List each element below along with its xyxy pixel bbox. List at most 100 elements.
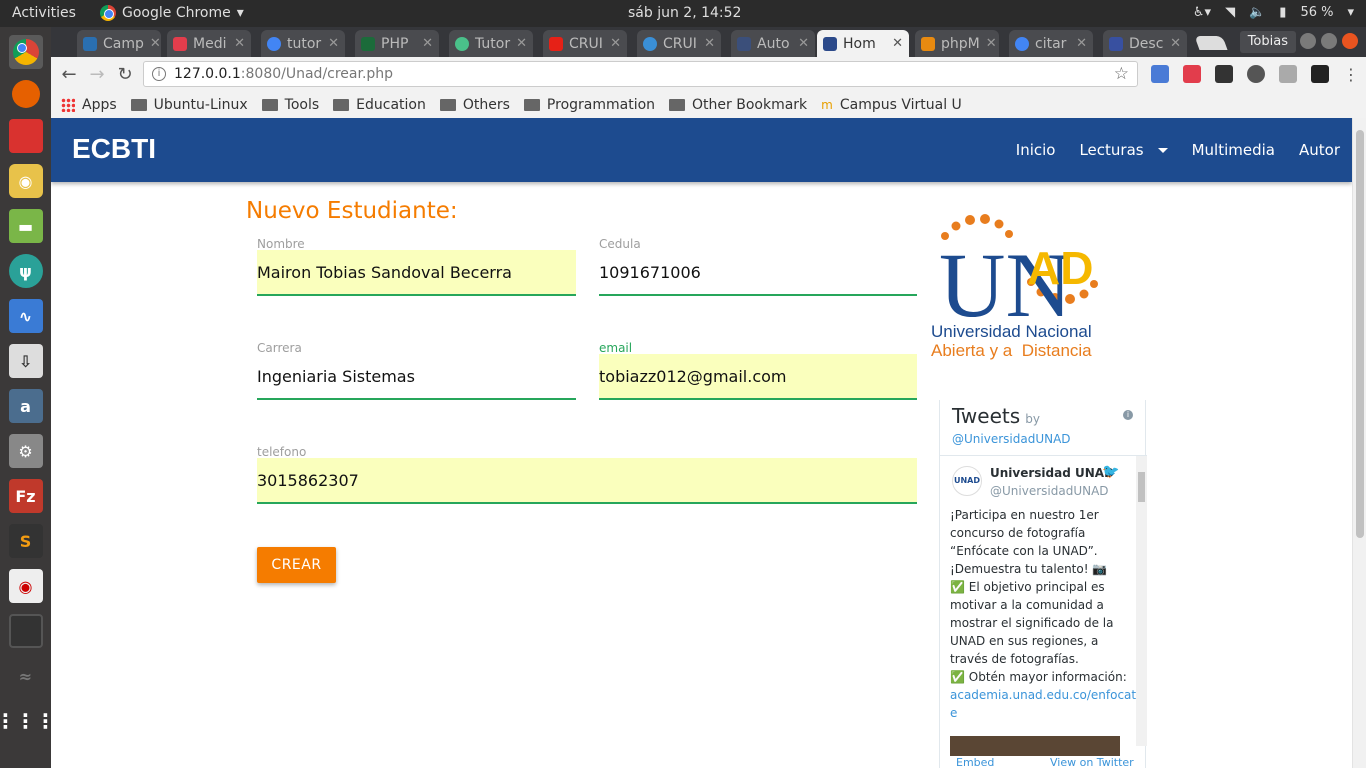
- scrollbar-thumb[interactable]: [1356, 130, 1364, 538]
- extension-icon[interactable]: [1279, 65, 1297, 83]
- cedula-input[interactable]: 1091671006: [599, 250, 917, 296]
- close-icon[interactable]: ✕: [798, 36, 809, 51]
- scrollbar-thumb[interactable]: [1138, 472, 1145, 502]
- view-on-twitter-link[interactable]: View on Twitter: [1050, 756, 1134, 768]
- clock[interactable]: sáb jun 2, 14:52: [628, 5, 741, 21]
- close-icon[interactable]: ✕: [610, 36, 621, 51]
- telefono-input[interactable]: 3015862307: [257, 458, 917, 504]
- chrome-menu-icon[interactable]: ⋮: [1343, 65, 1359, 84]
- workspace-icon[interactable]: ≈: [9, 659, 43, 693]
- crear-button[interactable]: CREAR: [257, 547, 336, 583]
- close-icon[interactable]: ✕: [234, 36, 245, 51]
- software-center-icon[interactable]: ⇩: [8, 344, 43, 378]
- bookmark-folder[interactable]: Tools: [261, 97, 319, 113]
- tab[interactable]: CRUI ✕: [543, 30, 627, 57]
- tab[interactable]: tutor ✕: [261, 30, 345, 57]
- tweet-list[interactable]: UNAD Universidad UNAD 🐦 @UniversidadUNAD…: [940, 455, 1147, 768]
- system-menu-icon[interactable]: ▾: [1347, 5, 1354, 20]
- wifi-icon[interactable]: ◥: [1225, 5, 1235, 20]
- presentation-icon[interactable]: [8, 119, 43, 153]
- tab[interactable]: Desc ✕: [1103, 30, 1187, 57]
- menu-item-lecturas[interactable]: Lecturas: [1079, 141, 1168, 159]
- close-icon[interactable]: ✕: [892, 36, 903, 51]
- bookmark-folder[interactable]: Other Bookmark: [669, 97, 807, 113]
- site-brand[interactable]: ECBTI: [72, 133, 156, 165]
- tab[interactable]: Tutor ✕: [449, 30, 533, 57]
- show-apps-icon[interactable]: ⋮⋮⋮: [0, 704, 56, 738]
- address-bar[interactable]: i 127.0.0.1:8080/Unad/crear.php ☆: [143, 61, 1138, 87]
- menu-item-multimedia[interactable]: Multimedia: [1192, 141, 1275, 159]
- window-icon[interactable]: [8, 614, 43, 648]
- tweet-link[interactable]: e: [950, 704, 1128, 722]
- tab[interactable]: citar ✕: [1009, 30, 1093, 57]
- close-icon[interactable]: ✕: [328, 36, 339, 51]
- tweet-author-handle[interactable]: @UniversidadUNAD: [990, 484, 1109, 498]
- extension-icon[interactable]: [1311, 65, 1329, 83]
- rhythmbox-icon[interactable]: ◉: [8, 164, 43, 198]
- extension-icon[interactable]: [1247, 65, 1265, 83]
- back-arrow-icon[interactable]: ←: [55, 64, 83, 85]
- bookmark-folder[interactable]: Others: [439, 97, 510, 113]
- reload-icon[interactable]: ↻: [111, 64, 139, 85]
- close-icon[interactable]: ✕: [150, 36, 161, 51]
- close-icon[interactable]: ✕: [1076, 36, 1087, 51]
- profile-button[interactable]: Tobias: [1239, 31, 1296, 53]
- document-viewer-icon[interactable]: ◉: [8, 569, 43, 603]
- battery-icon[interactable]: ▮: [1279, 5, 1286, 20]
- close-window-icon[interactable]: [1342, 33, 1358, 49]
- tab[interactable]: PHP ✕: [355, 30, 439, 57]
- tab[interactable]: CRUI ✕: [637, 30, 721, 57]
- close-icon[interactable]: ✕: [422, 36, 433, 51]
- accessibility-icon[interactable]: ♿▾: [1193, 5, 1211, 20]
- bookmark-folder[interactable]: Programmation: [523, 97, 655, 113]
- email-input[interactable]: tobiazz012@gmail.com: [599, 354, 917, 400]
- bookmark-apps[interactable]: Apps: [61, 97, 117, 113]
- extension-icon[interactable]: [1215, 65, 1233, 83]
- bookmark-star-icon[interactable]: ☆: [1114, 64, 1129, 84]
- amazon-icon[interactable]: a: [8, 389, 43, 423]
- files-icon[interactable]: ▬: [8, 209, 43, 243]
- activities-button[interactable]: Activities: [12, 5, 76, 21]
- translate-icon[interactable]: [1151, 65, 1169, 83]
- close-icon[interactable]: ✕: [986, 36, 997, 51]
- close-icon[interactable]: ✕: [704, 36, 715, 51]
- tab[interactable]: Auto ✕: [731, 30, 815, 57]
- info-icon[interactable]: i: [152, 67, 166, 81]
- bookmark-folder[interactable]: Education: [333, 97, 426, 113]
- system-tray[interactable]: ♿▾ ◥ 🔈 ▮ 56 % ▾: [1193, 5, 1354, 20]
- firefox-icon[interactable]: [11, 80, 40, 108]
- carrera-input[interactable]: Ingeniaria Sistemas: [257, 354, 576, 400]
- bookmark-folder[interactable]: Ubuntu-Linux: [130, 97, 248, 113]
- sublime-text-icon[interactable]: S: [8, 524, 43, 558]
- settings-icon[interactable]: ⚙: [8, 434, 43, 468]
- tweet-scrollbar[interactable]: [1136, 456, 1147, 746]
- app-menu[interactable]: Google Chrome ▾: [100, 5, 244, 21]
- maximize-icon[interactable]: [1321, 33, 1337, 49]
- system-monitor-icon[interactable]: ∿: [8, 299, 43, 333]
- gitkraken-icon[interactable]: ψ: [8, 254, 43, 288]
- new-tab-button[interactable]: [1194, 36, 1228, 50]
- page-scrollbar[interactable]: [1352, 118, 1366, 768]
- tab[interactable]: Medi ✕: [167, 30, 251, 57]
- chrome-launcher-icon[interactable]: [8, 35, 43, 69]
- menu-item-autor[interactable]: Autor: [1299, 141, 1340, 159]
- info-icon[interactable]: i: [1123, 410, 1133, 420]
- tweet-link[interactable]: academia.unad.edu.co/enfocat: [950, 686, 1136, 704]
- tweet-author-name[interactable]: Universidad UNAD: [990, 466, 1114, 480]
- close-icon[interactable]: ✕: [516, 36, 527, 51]
- filezilla-icon[interactable]: Fz: [8, 479, 43, 513]
- twitter-account-link[interactable]: @UniversidadUNAD: [952, 432, 1071, 446]
- volume-icon[interactable]: 🔈: [1249, 5, 1265, 20]
- close-icon[interactable]: ✕: [1170, 36, 1181, 51]
- extension-icon[interactable]: [1183, 65, 1201, 83]
- avatar[interactable]: UNAD: [952, 466, 982, 496]
- bookmark-campus-virtual[interactable]: m Campus Virtual U: [821, 97, 962, 113]
- nombre-input[interactable]: Mairon Tobias Sandoval Becerra: [257, 250, 576, 296]
- tab-active[interactable]: Hom ✕: [817, 30, 909, 57]
- embed-link[interactable]: Embed: [956, 756, 994, 768]
- forward-arrow-icon[interactable]: →: [83, 64, 111, 85]
- tab[interactable]: phpM ✕: [915, 30, 999, 57]
- tab[interactable]: Camp ✕: [77, 30, 161, 57]
- tweet-image[interactable]: [950, 736, 1120, 756]
- menu-item-inicio[interactable]: Inicio: [1016, 141, 1056, 159]
